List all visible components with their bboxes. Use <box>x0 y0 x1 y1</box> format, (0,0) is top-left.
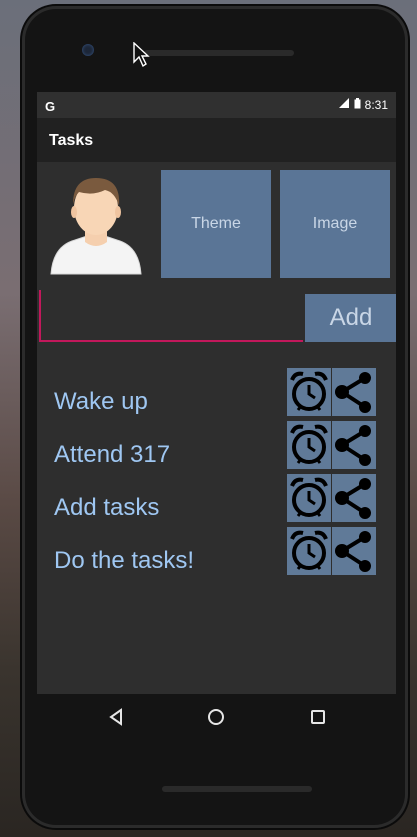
share-icon[interactable] <box>332 527 376 575</box>
back-icon[interactable] <box>105 706 127 728</box>
list-item: Add tasks <box>37 474 396 524</box>
alarm-clock-icon[interactable] <box>287 368 331 416</box>
bottom-speaker <box>162 786 312 792</box>
recents-icon[interactable] <box>307 706 329 728</box>
share-icon[interactable] <box>332 474 376 522</box>
avatar[interactable] <box>45 166 147 276</box>
share-icon[interactable] <box>332 368 376 416</box>
clock: 8:31 <box>364 98 388 112</box>
task-label: Do the tasks! <box>54 547 195 574</box>
list-item: Attend 317 <box>37 421 396 471</box>
image-button[interactable]: Image <box>280 170 390 278</box>
battery-icon <box>354 98 361 112</box>
add-task-button[interactable]: Add <box>305 294 396 342</box>
status-bar: G 8:31 <box>37 92 396 118</box>
alarm-clock-icon[interactable] <box>287 527 331 575</box>
status-icons: 8:31 <box>338 98 388 112</box>
page-title: Tasks <box>49 132 94 149</box>
new-task-input[interactable] <box>39 290 303 342</box>
task-label: Wake up <box>54 388 148 415</box>
system-nav-bar <box>37 694 396 740</box>
task-label: Add tasks <box>54 494 160 521</box>
mouse-cursor-icon <box>133 42 150 68</box>
signal-icon <box>338 98 350 112</box>
list-item: Do the tasks! <box>37 527 396 577</box>
share-icon[interactable] <box>332 421 376 469</box>
main-content: Theme Image Add Wake up Attend 317 Add t… <box>37 162 396 694</box>
front-camera <box>82 44 94 56</box>
google-icon: G <box>45 99 56 114</box>
earpiece-speaker <box>144 50 294 56</box>
theme-button[interactable]: Theme <box>161 170 271 278</box>
home-icon[interactable] <box>205 706 227 728</box>
list-item: Wake up <box>37 368 396 418</box>
alarm-clock-icon[interactable] <box>287 474 331 522</box>
alarm-clock-icon[interactable] <box>287 421 331 469</box>
task-label: Attend 317 <box>54 441 171 468</box>
app-bar: Tasks <box>37 118 396 162</box>
device-screen: G 8:31 Tasks Theme Image Add Wake up Att… <box>37 92 396 694</box>
